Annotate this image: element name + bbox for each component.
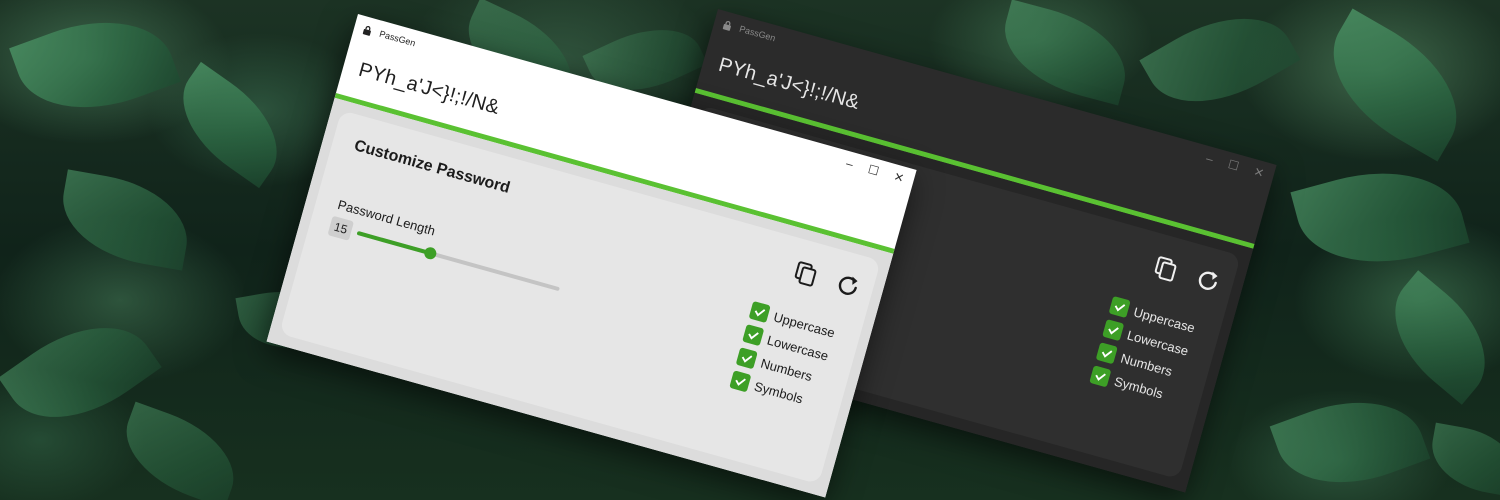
maximize-button[interactable]: ☐ [866,162,880,178]
refresh-button[interactable] [1192,265,1224,297]
checkmark-icon [1101,350,1113,358]
checkmark-icon [748,332,759,340]
password-length-slider[interactable] [356,230,560,292]
maximize-button[interactable]: ☐ [1226,157,1240,173]
slider-knob[interactable] [422,245,438,261]
checkmark-icon [754,309,766,317]
checkbox[interactable] [729,370,752,393]
copy-icon [1154,256,1177,282]
refresh-icon [1198,271,1218,290]
lock-icon [722,21,731,31]
copy-button[interactable] [790,258,822,290]
checkbox[interactable] [742,324,765,347]
checkbox[interactable] [748,300,771,324]
app-title: PassGen [738,23,777,44]
checkbox[interactable] [1089,365,1112,388]
refresh-icon [838,276,858,295]
copy-icon [794,261,817,287]
lock-icon [362,26,371,36]
checkmark-icon [735,378,746,386]
minimize-button[interactable]: – [845,156,855,171]
checkbox[interactable] [1102,319,1125,342]
copy-button[interactable] [1150,253,1182,285]
password-length-value: 15 [327,215,355,241]
close-button[interactable]: ✕ [892,169,905,185]
checkmark-icon [1114,304,1126,312]
checkmark-icon [1095,373,1106,381]
checkbox[interactable] [735,347,758,370]
customize-title: Customize Password [352,137,512,197]
password-length-label: Password Length [336,196,437,239]
close-button[interactable]: ✕ [1252,164,1265,180]
checkbox[interactable] [1095,342,1118,365]
refresh-button[interactable] [832,270,864,302]
minimize-button[interactable]: – [1205,151,1215,166]
options-list: Uppercase Lowercase Numbers Symbols [728,298,837,414]
checkbox[interactable] [1108,295,1131,319]
app-title: PassGen [378,28,417,49]
options-list: Uppercase Lowercase Numbers Symbols [1088,293,1197,409]
checkmark-icon [1108,327,1119,335]
checkmark-icon [741,355,753,363]
